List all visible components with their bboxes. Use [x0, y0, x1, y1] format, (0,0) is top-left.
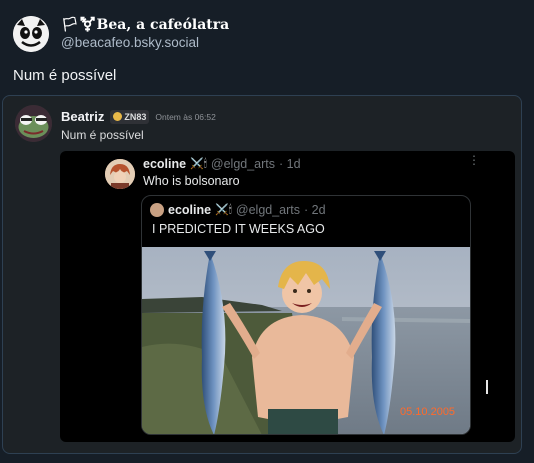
discord-message-header: Beatriz ZN83 Ontem às 06:52	[61, 109, 216, 124]
tweet-author-emoji: ⚔️🕯	[190, 158, 207, 170]
quoted-handle: @elgd_arts	[235, 203, 301, 217]
post-header: 🏳⚧Bea, a cafeólatra @beacafeo.bsky.socia…	[13, 12, 229, 56]
image-date-stamp: 05.10.2005	[400, 406, 455, 418]
quoted-time: · 2d	[304, 203, 326, 217]
artist-avatar-icon	[105, 159, 135, 189]
discord-timestamp: Ontem às 06:52	[155, 111, 216, 122]
clan-emoji-icon	[113, 112, 123, 121]
fish-drawing-image: 05.10.2005	[142, 247, 470, 434]
quoted-tweet: ecoline ⚔️🕯 @elgd_arts · 2d I PREDICTED …	[141, 195, 471, 435]
clan-tag-label: ZN83	[124, 111, 147, 122]
quoted-tweet-text: I PREDICTED IT WEEKS AGO	[152, 222, 325, 236]
discord-avatar	[15, 105, 52, 142]
author-block: 🏳⚧Bea, a cafeólatra @beacafeo.bsky.socia…	[61, 16, 229, 52]
quoted-avatar	[150, 203, 164, 217]
tweet-author-name: ecoline	[143, 157, 187, 171]
avatar[interactable]	[13, 16, 49, 52]
scrollbar-thumb	[486, 380, 488, 394]
handle[interactable]: @beacafeo.bsky.social	[61, 34, 229, 52]
quoted-tweet-header: ecoline ⚔️🕯 @elgd_arts · 2d	[150, 203, 326, 217]
display-name[interactable]: 🏳⚧Bea, a cafeólatra	[61, 16, 229, 34]
more-options-icon: ⋮	[468, 153, 480, 167]
tweet-time: · 1d	[279, 157, 301, 171]
frog-avatar-icon	[15, 105, 52, 142]
discord-username: Beatriz	[61, 109, 105, 124]
discord-clan-tag: ZN83	[110, 109, 150, 124]
tweet-screenshot: ecoline ⚔️🕯 @elgd_arts · 1d ⋮ Who is bol…	[60, 151, 515, 442]
tweet-handle: @elgd_arts	[210, 157, 276, 171]
discord-message-text: Num é possível	[61, 128, 144, 142]
tweet-header: ecoline ⚔️🕯 @elgd_arts · 1d	[143, 157, 301, 171]
tweet-text: Who is bolsonaro	[143, 174, 240, 188]
tweet-avatar	[105, 159, 135, 189]
avatar-face-icon	[13, 16, 49, 52]
post-text: Num é possível	[13, 67, 117, 84]
quoted-author-emoji: ⚔️🕯	[215, 204, 232, 216]
embedded-screenshot[interactable]: Beatriz ZN83 Ontem às 06:52 Num é possív…	[2, 95, 522, 454]
quoted-author-name: ecoline	[168, 203, 212, 217]
